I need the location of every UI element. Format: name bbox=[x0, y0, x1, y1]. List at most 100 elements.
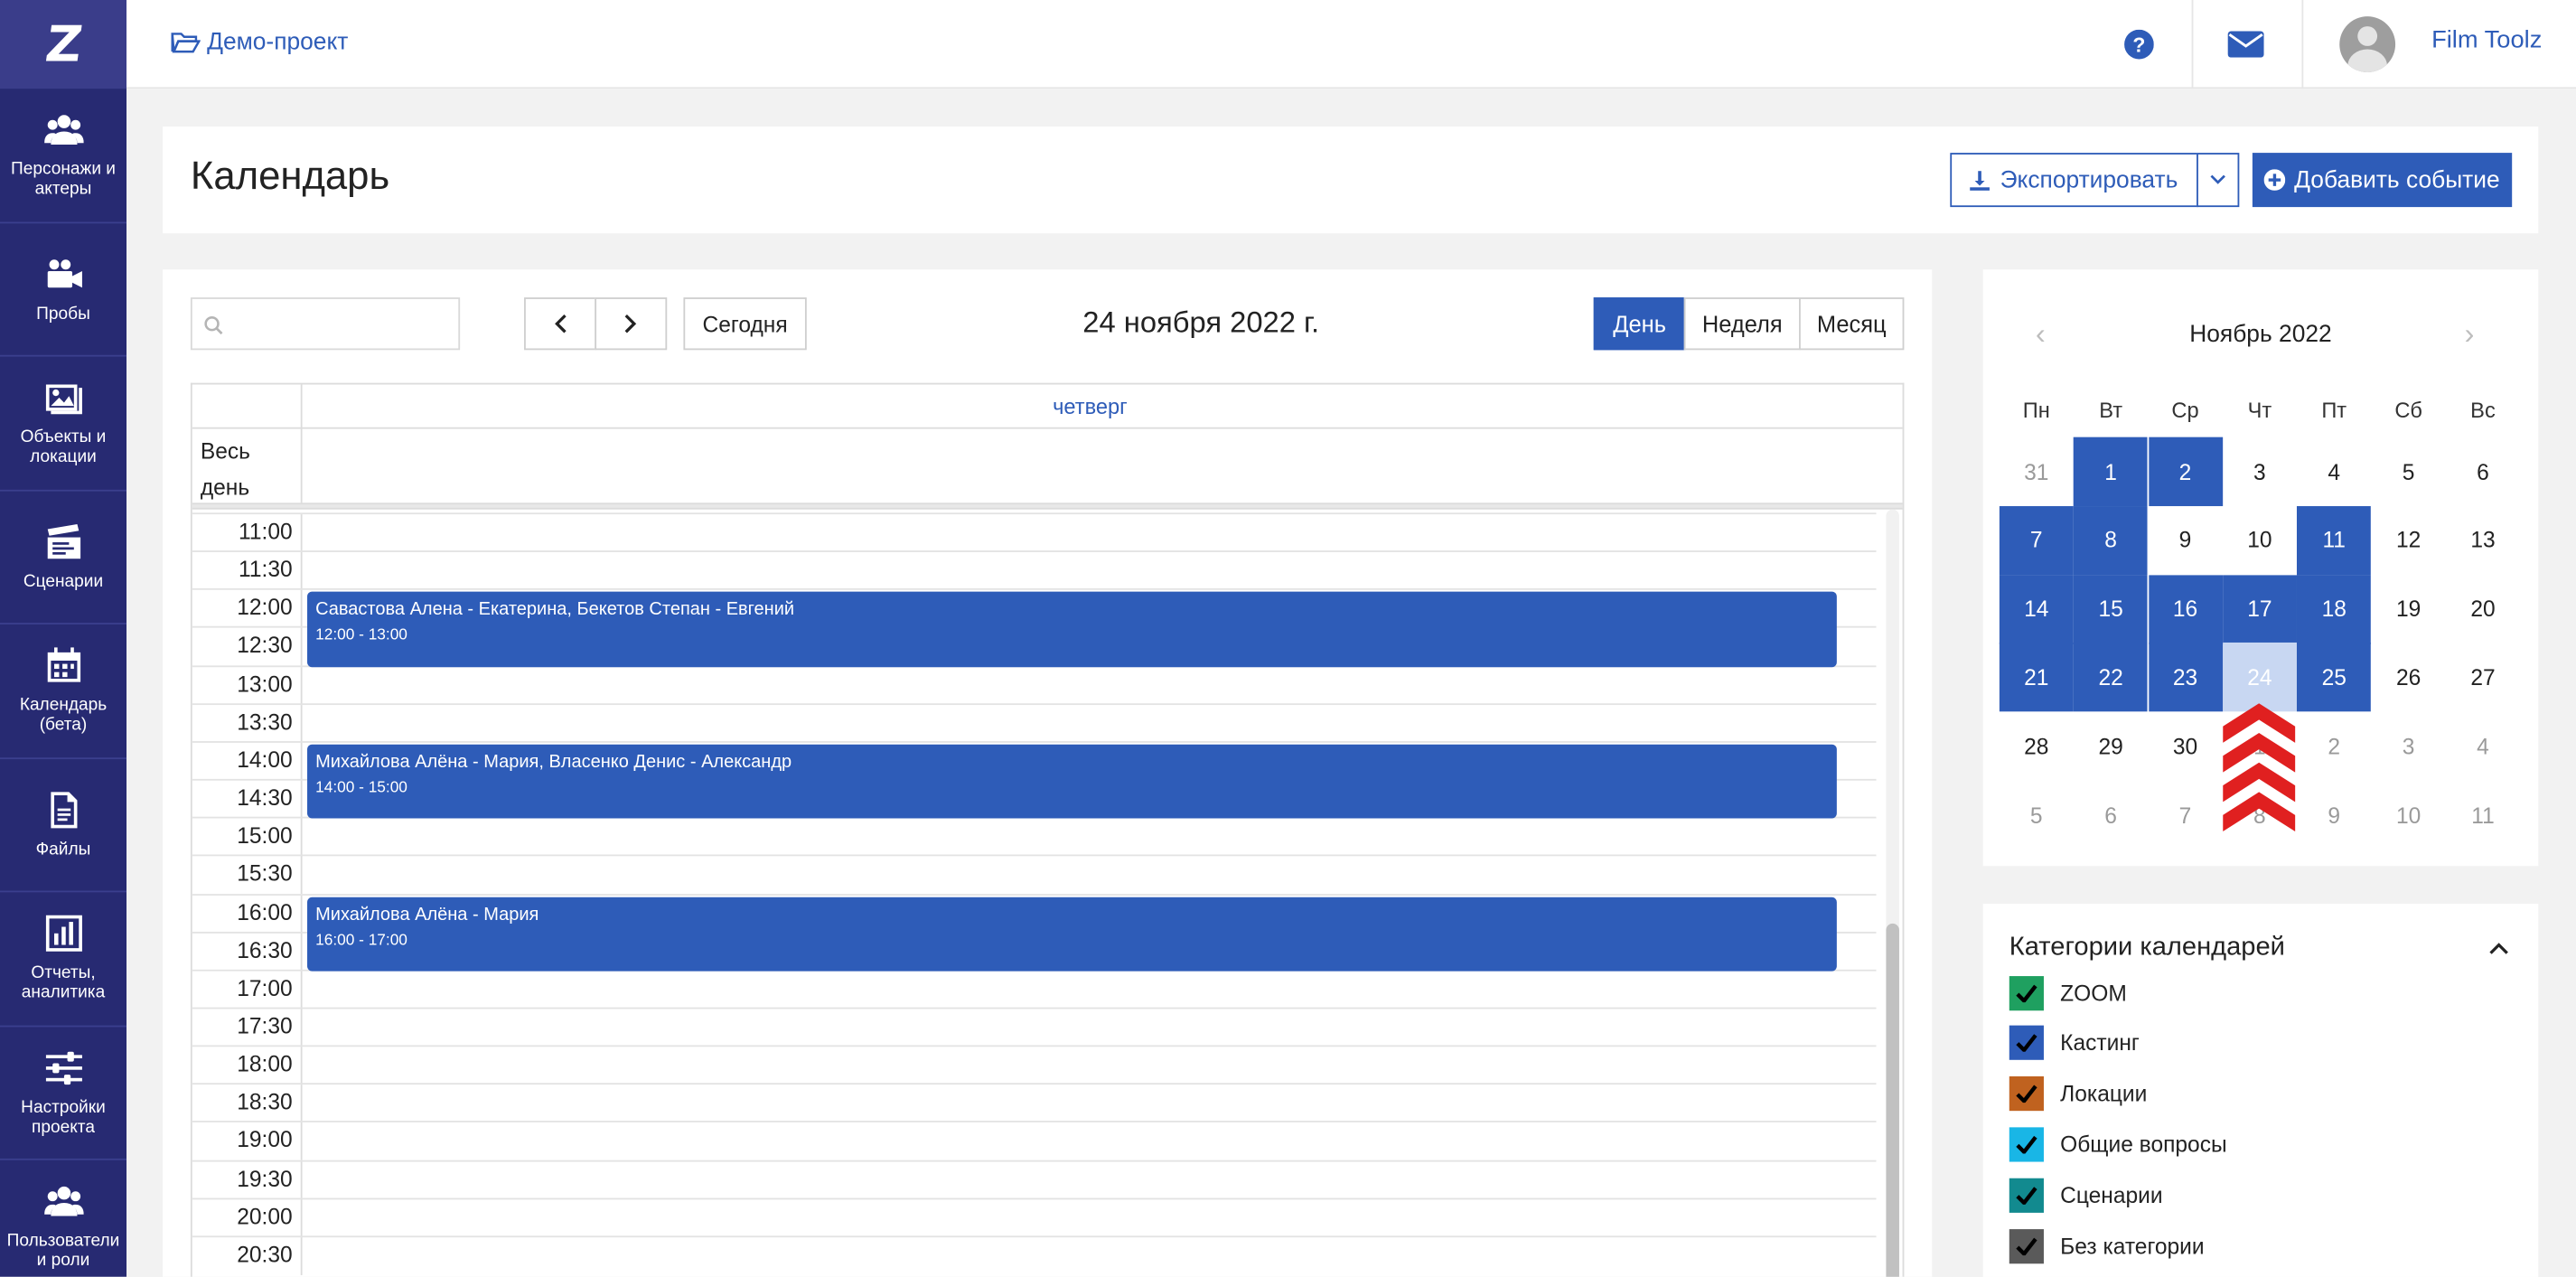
mini-calendar-day[interactable]: 27 bbox=[2446, 643, 2520, 712]
mini-calendar-day[interactable]: 12 bbox=[2372, 506, 2446, 575]
mini-calendar-day[interactable]: 15 bbox=[2074, 574, 2149, 644]
time-slot-row[interactable]: 11:00 bbox=[192, 512, 1877, 552]
mini-calendar-day[interactable]: 25 bbox=[2297, 643, 2372, 713]
mini-calendar-day[interactable]: 3 bbox=[2223, 437, 2297, 506]
category-item[interactable]: Общие вопросы bbox=[2009, 1126, 2227, 1162]
time-slot-row[interactable]: 20:00 bbox=[192, 1197, 1877, 1237]
time-slot-row[interactable]: 20:30 bbox=[192, 1235, 1877, 1275]
mini-calendar-day[interactable]: 4 bbox=[2446, 712, 2520, 781]
export-dropdown-toggle[interactable] bbox=[2197, 153, 2240, 208]
mini-calendar-day[interactable]: 10 bbox=[2223, 506, 2297, 575]
category-item[interactable]: Кастинг bbox=[2009, 1025, 2140, 1061]
mini-calendar-day[interactable]: 17 bbox=[2222, 574, 2297, 644]
category-checkbox[interactable] bbox=[2009, 1076, 2044, 1112]
mini-calendar-day[interactable]: 9 bbox=[2297, 781, 2371, 850]
mini-calendar-day[interactable]: 11 bbox=[2297, 505, 2372, 576]
time-slot-row[interactable]: 13:00 bbox=[192, 664, 1877, 705]
mini-calendar-day[interactable]: 21 bbox=[1999, 643, 2074, 713]
mini-calendar-day[interactable]: 11 bbox=[2446, 781, 2520, 850]
time-slot-row[interactable]: 17:30 bbox=[192, 1007, 1877, 1047]
category-checkbox[interactable] bbox=[2009, 1127, 2044, 1162]
view-day-button[interactable]: День bbox=[1593, 297, 1686, 351]
prev-button[interactable] bbox=[524, 297, 597, 351]
view-week-button[interactable]: Неделя bbox=[1683, 297, 1801, 351]
logo[interactable]: Z bbox=[0, 0, 127, 89]
mini-calendar-day[interactable]: 28 bbox=[2000, 712, 2074, 781]
sidebar-item-locations[interactable]: Объекты и локации bbox=[0, 357, 127, 491]
user-avatar[interactable] bbox=[2339, 0, 2396, 89]
mini-calendar-day[interactable]: 18 bbox=[2297, 574, 2372, 644]
mini-calendar-day[interactable]: 2 bbox=[2297, 712, 2371, 781]
mini-calendar-day[interactable]: 9 bbox=[2149, 506, 2223, 575]
add-event-button[interactable]: Добавить событие bbox=[2252, 153, 2513, 208]
help-button[interactable]: ? bbox=[2098, 0, 2180, 89]
mini-calendar-day[interactable]: 1 bbox=[2074, 437, 2149, 507]
category-checkbox[interactable] bbox=[2009, 1178, 2044, 1213]
category-item[interactable]: Сценарии bbox=[2009, 1177, 2163, 1213]
category-item[interactable]: Локации bbox=[2009, 1075, 2147, 1112]
sidebar-item-files[interactable]: Файлы bbox=[0, 758, 127, 893]
time-slot-row[interactable]: 17:00 bbox=[192, 969, 1877, 1009]
sidebar-item-auditions[interactable]: Пробы bbox=[0, 222, 127, 357]
mini-calendar-day[interactable]: 26 bbox=[2372, 643, 2446, 712]
time-slot-row[interactable]: 11:30 bbox=[192, 550, 1877, 591]
time-slot-row[interactable]: 18:00 bbox=[192, 1045, 1877, 1085]
category-checkbox[interactable] bbox=[2009, 1228, 2044, 1263]
mini-calendar-day[interactable]: 5 bbox=[2000, 781, 2074, 850]
mini-calendar-day[interactable]: 14 bbox=[1999, 574, 2074, 644]
mini-calendar-day[interactable]: 8 bbox=[2074, 505, 2149, 576]
mini-calendar-day[interactable]: 7 bbox=[1999, 505, 2074, 576]
mini-calendar-day[interactable]: 29 bbox=[2074, 712, 2148, 781]
mini-calendar-day[interactable]: 22 bbox=[2074, 643, 2149, 713]
mini-calendar-day[interactable]: 3 bbox=[2372, 712, 2446, 781]
sidebar-item-scripts[interactable]: Сценарии bbox=[0, 491, 127, 624]
today-button[interactable]: Сегодня bbox=[683, 297, 807, 351]
sidebar-item-users[interactable]: Пользователи и роли bbox=[0, 1160, 126, 1277]
day-name[interactable]: четверг bbox=[304, 394, 1876, 418]
mini-calendar-day[interactable]: 5 bbox=[2372, 437, 2446, 506]
mini-calendar-day[interactable]: 24 bbox=[2222, 643, 2297, 713]
category-item[interactable]: Без категории bbox=[2009, 1227, 2205, 1263]
collapse-button[interactable] bbox=[2489, 934, 2509, 963]
calendar-event[interactable]: Савастова Алена - Екатерина, Бекетов Сте… bbox=[307, 592, 1837, 667]
category-checkbox[interactable] bbox=[2009, 1026, 2044, 1061]
next-button[interactable] bbox=[595, 297, 668, 351]
time-slot-row[interactable]: 15:00 bbox=[192, 817, 1877, 857]
mini-calendar-day[interactable]: 7 bbox=[2149, 781, 2223, 850]
mini-calendar-day[interactable]: 6 bbox=[2074, 781, 2148, 850]
user-name[interactable]: Film Toolz bbox=[2431, 26, 2542, 54]
time-slot-row[interactable]: 15:30 bbox=[192, 855, 1877, 895]
time-slot-row[interactable]: 19:00 bbox=[192, 1121, 1877, 1161]
mini-calendar-day[interactable]: 30 bbox=[2149, 712, 2223, 781]
scrollbar-thumb[interactable] bbox=[1886, 923, 1899, 1277]
mini-next-button[interactable]: › bbox=[2464, 317, 2474, 352]
mini-calendar-day[interactable]: 10 bbox=[2372, 781, 2446, 850]
view-month-button[interactable]: Месяц bbox=[1799, 297, 1905, 351]
mini-calendar-day[interactable]: 16 bbox=[2148, 574, 2223, 644]
calendar-event[interactable]: Михайлова Алёна - Мария 16:00 - 17:00 bbox=[307, 896, 1837, 972]
mini-calendar-day[interactable]: 4 bbox=[2297, 437, 2371, 506]
mini-calendar-day[interactable]: 19 bbox=[2372, 575, 2446, 643]
messages-button[interactable] bbox=[2205, 0, 2287, 89]
mini-calendar-day[interactable]: 13 bbox=[2446, 506, 2520, 575]
category-checkbox[interactable] bbox=[2009, 975, 2044, 1010]
time-slot-row[interactable]: 19:30 bbox=[192, 1159, 1877, 1199]
time-slot-row[interactable]: 18:30 bbox=[192, 1083, 1877, 1123]
time-slot-row[interactable]: 13:30 bbox=[192, 702, 1877, 743]
mini-calendar-day[interactable]: 23 bbox=[2148, 643, 2223, 713]
category-item[interactable]: ZOOM bbox=[2009, 974, 2127, 1010]
search-field[interactable] bbox=[190, 297, 461, 351]
project-link[interactable]: Демо-проект bbox=[171, 30, 348, 56]
sidebar-item-reports[interactable]: Отчеты, аналитика bbox=[0, 892, 127, 1027]
all-day-row[interactable]: Весь день bbox=[192, 429, 1903, 505]
sidebar-item-calendar[interactable]: Календарь (бета) bbox=[0, 624, 127, 759]
mini-calendar-day[interactable]: 31 bbox=[2000, 437, 2074, 506]
calendar-event[interactable]: Михайлова Алёна - Мария, Власенко Денис … bbox=[307, 744, 1837, 819]
sidebar-item-settings[interactable]: Настройки проекта bbox=[0, 1027, 127, 1160]
scrollbar[interactable] bbox=[1886, 509, 1899, 1277]
mini-calendar-day[interactable]: 2 bbox=[2148, 437, 2223, 507]
export-button[interactable]: Экспортировать bbox=[1950, 153, 2198, 208]
sidebar-item-characters[interactable]: Персонажи и актеры bbox=[0, 89, 127, 223]
mini-calendar-day[interactable]: 6 bbox=[2446, 437, 2520, 506]
mini-calendar-day[interactable]: 20 bbox=[2446, 575, 2520, 643]
